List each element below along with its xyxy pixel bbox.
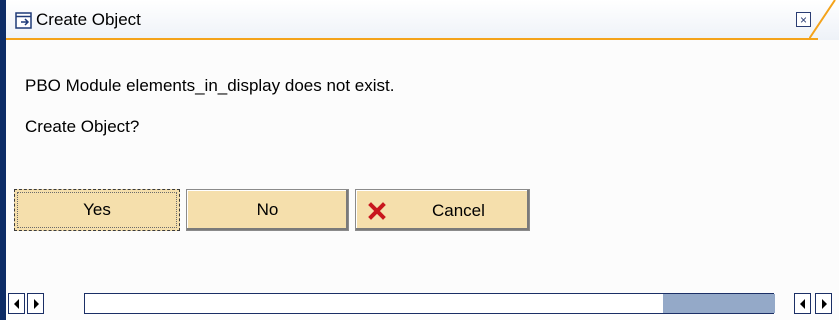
scroll-left-button-2[interactable]	[794, 293, 811, 314]
horizontal-scrollbar	[6, 290, 839, 320]
arrow-right-icon	[33, 298, 39, 309]
red-x-icon	[368, 202, 386, 220]
no-button[interactable]: No	[186, 189, 349, 231]
scroll-left-button[interactable]	[8, 293, 25, 314]
title-accent-line	[6, 38, 818, 40]
dialog-title: Create Object	[36, 10, 141, 29]
message-text: PBO Module elements_in_display does not …	[25, 76, 395, 95]
scroll-track[interactable]	[84, 293, 775, 314]
arrow-left-icon	[13, 298, 19, 309]
create-object-icon	[15, 12, 32, 29]
cancel-label: Cancel	[432, 201, 485, 220]
arrow-right-icon	[821, 298, 827, 309]
close-icon: ×	[799, 12, 807, 27]
scroll-right-button-2[interactable]	[815, 293, 832, 314]
window-left-border	[0, 0, 6, 320]
no-label: No	[256, 200, 279, 219]
title-accent-corner	[809, 0, 836, 40]
dialog-title-bar: Create Object ×	[6, 0, 839, 40]
cancel-button[interactable]: Cancel	[355, 189, 530, 231]
yes-button[interactable]: Yes	[14, 189, 180, 231]
yes-label: Yes	[83, 200, 111, 219]
question-text: Create Object?	[25, 117, 140, 136]
scroll-thumb[interactable]	[663, 294, 775, 313]
scroll-right-button[interactable]	[27, 293, 44, 314]
arrow-left-icon	[799, 298, 805, 309]
